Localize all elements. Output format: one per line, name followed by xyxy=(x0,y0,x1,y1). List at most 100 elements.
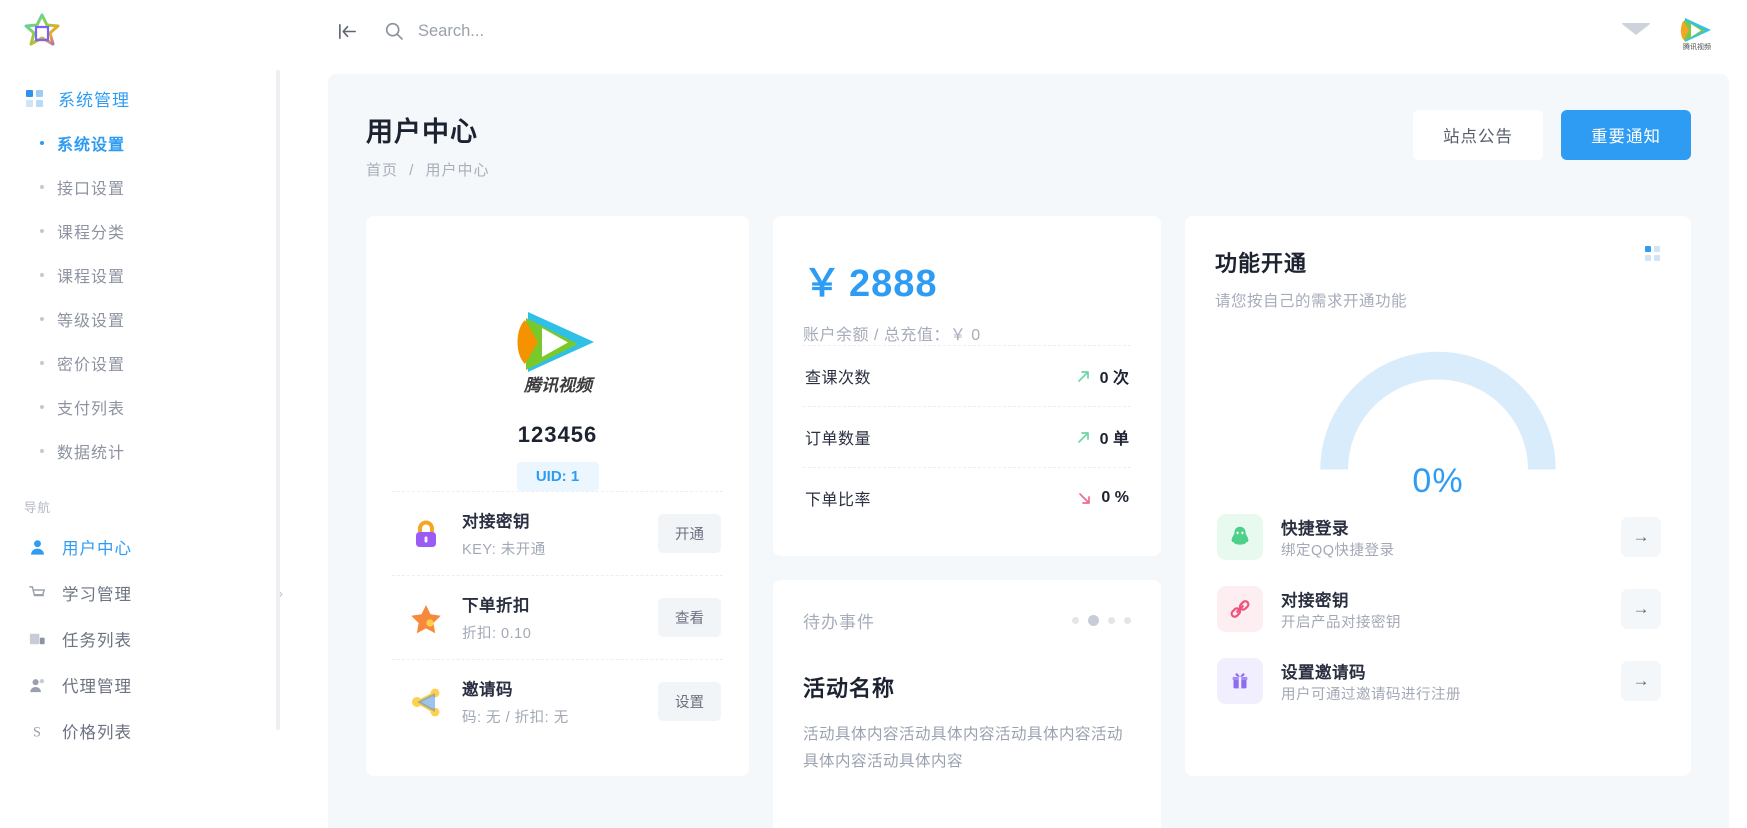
sidebar-scrollbar[interactable] xyxy=(276,70,280,730)
page-heading-block: 用户中心 首页 / 用户中心 xyxy=(366,110,490,180)
arrow-down-right-icon xyxy=(1077,491,1092,506)
feature-card-subtitle: 请您按自己的需求开通功能 xyxy=(1215,289,1407,311)
settings-button[interactable]: 设置 xyxy=(658,682,721,721)
stat-value-group: 0 % xyxy=(1077,489,1129,507)
feature-row-title: 快捷登录 xyxy=(1281,515,1603,539)
search-icon xyxy=(384,21,404,41)
dollar-icon: S xyxy=(26,722,48,741)
user-profile-card: 腾讯视频 123456 UID: 1 xyxy=(366,216,749,776)
mini-grid-icon[interactable] xyxy=(1645,246,1661,262)
bullet-icon xyxy=(40,449,44,453)
breadcrumb-home[interactable]: 首页 xyxy=(366,162,398,179)
bullet-icon xyxy=(40,273,44,277)
sidebar-item-course-settings[interactable]: 课程设置 xyxy=(0,253,310,297)
balance-subtitle: 账户余额 / 总充值：￥ 0 xyxy=(803,321,1131,345)
sidebar-item-course-category[interactable]: 课程分类 xyxy=(0,209,310,253)
sidebar-item-label: 任务列表 xyxy=(62,627,270,651)
bullet-icon xyxy=(40,229,44,233)
search-input[interactable] xyxy=(418,22,718,41)
sidebar-item-payment-list[interactable]: 支付列表 xyxy=(0,385,310,429)
sidebar-item-price-list[interactable]: S 价格列表 xyxy=(0,708,310,754)
go-arrow-button[interactable]: → xyxy=(1621,517,1661,557)
mail-envelope-icon[interactable] xyxy=(1621,20,1651,42)
feature-row-invite-code[interactable]: 设置邀请码 用户可通过邀请码进行注册 → xyxy=(1215,645,1661,717)
collapse-sidebar-icon[interactable] xyxy=(330,14,364,48)
carousel-dots[interactable] xyxy=(1072,615,1131,626)
task-list-icon xyxy=(26,630,48,649)
sidebar-item-data-statistics[interactable]: 数据统计 xyxy=(0,429,310,473)
feature-row-title: 设置邀请码 xyxy=(1281,659,1603,683)
bullet-icon xyxy=(40,185,44,189)
go-arrow-button[interactable]: → xyxy=(1621,661,1661,701)
breadcrumb-current: 用户中心 xyxy=(426,162,490,179)
user-row-invite-code: 邀请码 码: 无 / 折扣: 无 设置 xyxy=(392,659,723,743)
feature-row-sub: 用户可通过邀请码进行注册 xyxy=(1281,687,1461,703)
user-row-sub: 码: 无 / 折扣: 无 xyxy=(462,706,640,727)
feature-heading-block: 功能开通 请您按自己的需求开通功能 xyxy=(1215,246,1407,311)
sidebar-item-agent-management[interactable]: 代理管理 xyxy=(0,662,310,708)
topbar-actions: 腾讯视频 xyxy=(1621,11,1717,51)
feature-card-title: 功能开通 xyxy=(1215,246,1407,278)
go-arrow-button[interactable]: → xyxy=(1621,589,1661,629)
stat-value: 0 次 xyxy=(1100,364,1129,388)
svg-text:腾讯视频: 腾讯视频 xyxy=(523,376,595,395)
sidebar-item-user-center[interactable]: 用户中心 xyxy=(0,524,310,570)
sidebar-item-label: 支付列表 xyxy=(57,395,125,419)
sidebar-item-price-settings[interactable]: 密价设置 xyxy=(0,341,310,385)
lock-icon xyxy=(408,516,444,552)
bullet-icon xyxy=(40,361,44,365)
important-notice-button[interactable]: 重要通知 xyxy=(1561,110,1691,160)
breadcrumb: 首页 / 用户中心 xyxy=(366,159,490,180)
site-announcement-button[interactable]: 站点公告 xyxy=(1413,110,1543,160)
star-icon xyxy=(408,600,444,636)
user-row-text: 下单折扣 折扣: 0.10 xyxy=(462,592,640,643)
uid-value: 1 xyxy=(571,468,579,485)
carousel-dot-active[interactable] xyxy=(1088,615,1099,626)
carousel-dot[interactable] xyxy=(1124,617,1131,624)
feature-row-text: 设置邀请码 用户可通过邀请码进行注册 xyxy=(1281,659,1603,704)
share-nodes-icon xyxy=(408,684,444,720)
sidebar: 系统管理 系统设置 接口设置 课程分类 课程设置 等级设置 密价设置 支付列 xyxy=(0,0,310,828)
user-row-text: 对接密钥 KEY: 未开通 xyxy=(462,508,640,559)
bullet-icon xyxy=(40,405,44,409)
arrow-up-right-icon xyxy=(1076,369,1091,384)
feature-row-title: 对接密钥 xyxy=(1281,587,1603,611)
stat-value-group: 0 单 xyxy=(1076,425,1129,449)
page-body: 用户中心 首页 / 用户中心 站点公告 重要通知 xyxy=(328,74,1729,828)
tencent-video-avatar-icon[interactable]: 腾讯视频 xyxy=(1677,11,1717,51)
dashboard-grid: 腾讯视频 123456 UID: 1 xyxy=(366,216,1691,828)
balance-card: ￥2888 账户余额 / 总充值：￥ 0 查课次数 0 次 xyxy=(773,216,1161,556)
activate-button[interactable]: 开通 xyxy=(658,514,721,553)
view-button[interactable]: 查看 xyxy=(658,598,721,637)
sidebar-item-study-management[interactable]: 学习管理 › xyxy=(0,570,310,616)
sidebar-item-interface-settings[interactable]: 接口设置 xyxy=(0,165,310,209)
gauge-arc xyxy=(1215,331,1661,481)
activation-gauge: 0% xyxy=(1215,331,1661,501)
search-box[interactable] xyxy=(384,21,1621,41)
bullet-icon xyxy=(40,317,44,321)
cart-icon xyxy=(26,584,48,603)
page-header-actions: 站点公告 重要通知 xyxy=(1413,110,1691,160)
gift-icon xyxy=(1217,658,1263,704)
feature-card-header: 功能开通 请您按自己的需求开通功能 xyxy=(1215,246,1661,311)
sidebar-item-level-settings[interactable]: 等级设置 xyxy=(0,297,310,341)
feature-row-api-key[interactable]: 对接密钥 开启产品对接密钥 → xyxy=(1215,573,1661,645)
page-header: 用户中心 首页 / 用户中心 站点公告 重要通知 xyxy=(366,110,1691,180)
sidebar-item-label: 用户中心 xyxy=(62,535,270,559)
stat-label: 订单数量 xyxy=(805,425,871,449)
sidebar-item-system-settings[interactable]: 系统设置 xyxy=(0,121,310,165)
user-row-title: 对接密钥 xyxy=(462,513,530,531)
stat-row-order-count: 订单数量 0 单 xyxy=(803,406,1131,467)
carousel-dot[interactable] xyxy=(1108,617,1115,624)
app-logo-star-icon xyxy=(24,13,60,49)
todo-header: 待办事件 xyxy=(803,608,1131,633)
agents-icon xyxy=(26,676,48,695)
user-row-api-key: 对接密钥 KEY: 未开通 开通 xyxy=(392,491,723,575)
carousel-dot[interactable] xyxy=(1072,617,1079,624)
link-chain-icon xyxy=(1217,586,1263,632)
sidebar-item-label: 等级设置 xyxy=(57,307,125,331)
feature-row-quick-login[interactable]: 快捷登录 绑定QQ快捷登录 → xyxy=(1215,501,1661,573)
app-logo[interactable] xyxy=(0,0,310,62)
sidebar-group-system-management[interactable]: 系统管理 xyxy=(0,76,310,121)
sidebar-item-task-list[interactable]: 任务列表 xyxy=(0,616,310,662)
